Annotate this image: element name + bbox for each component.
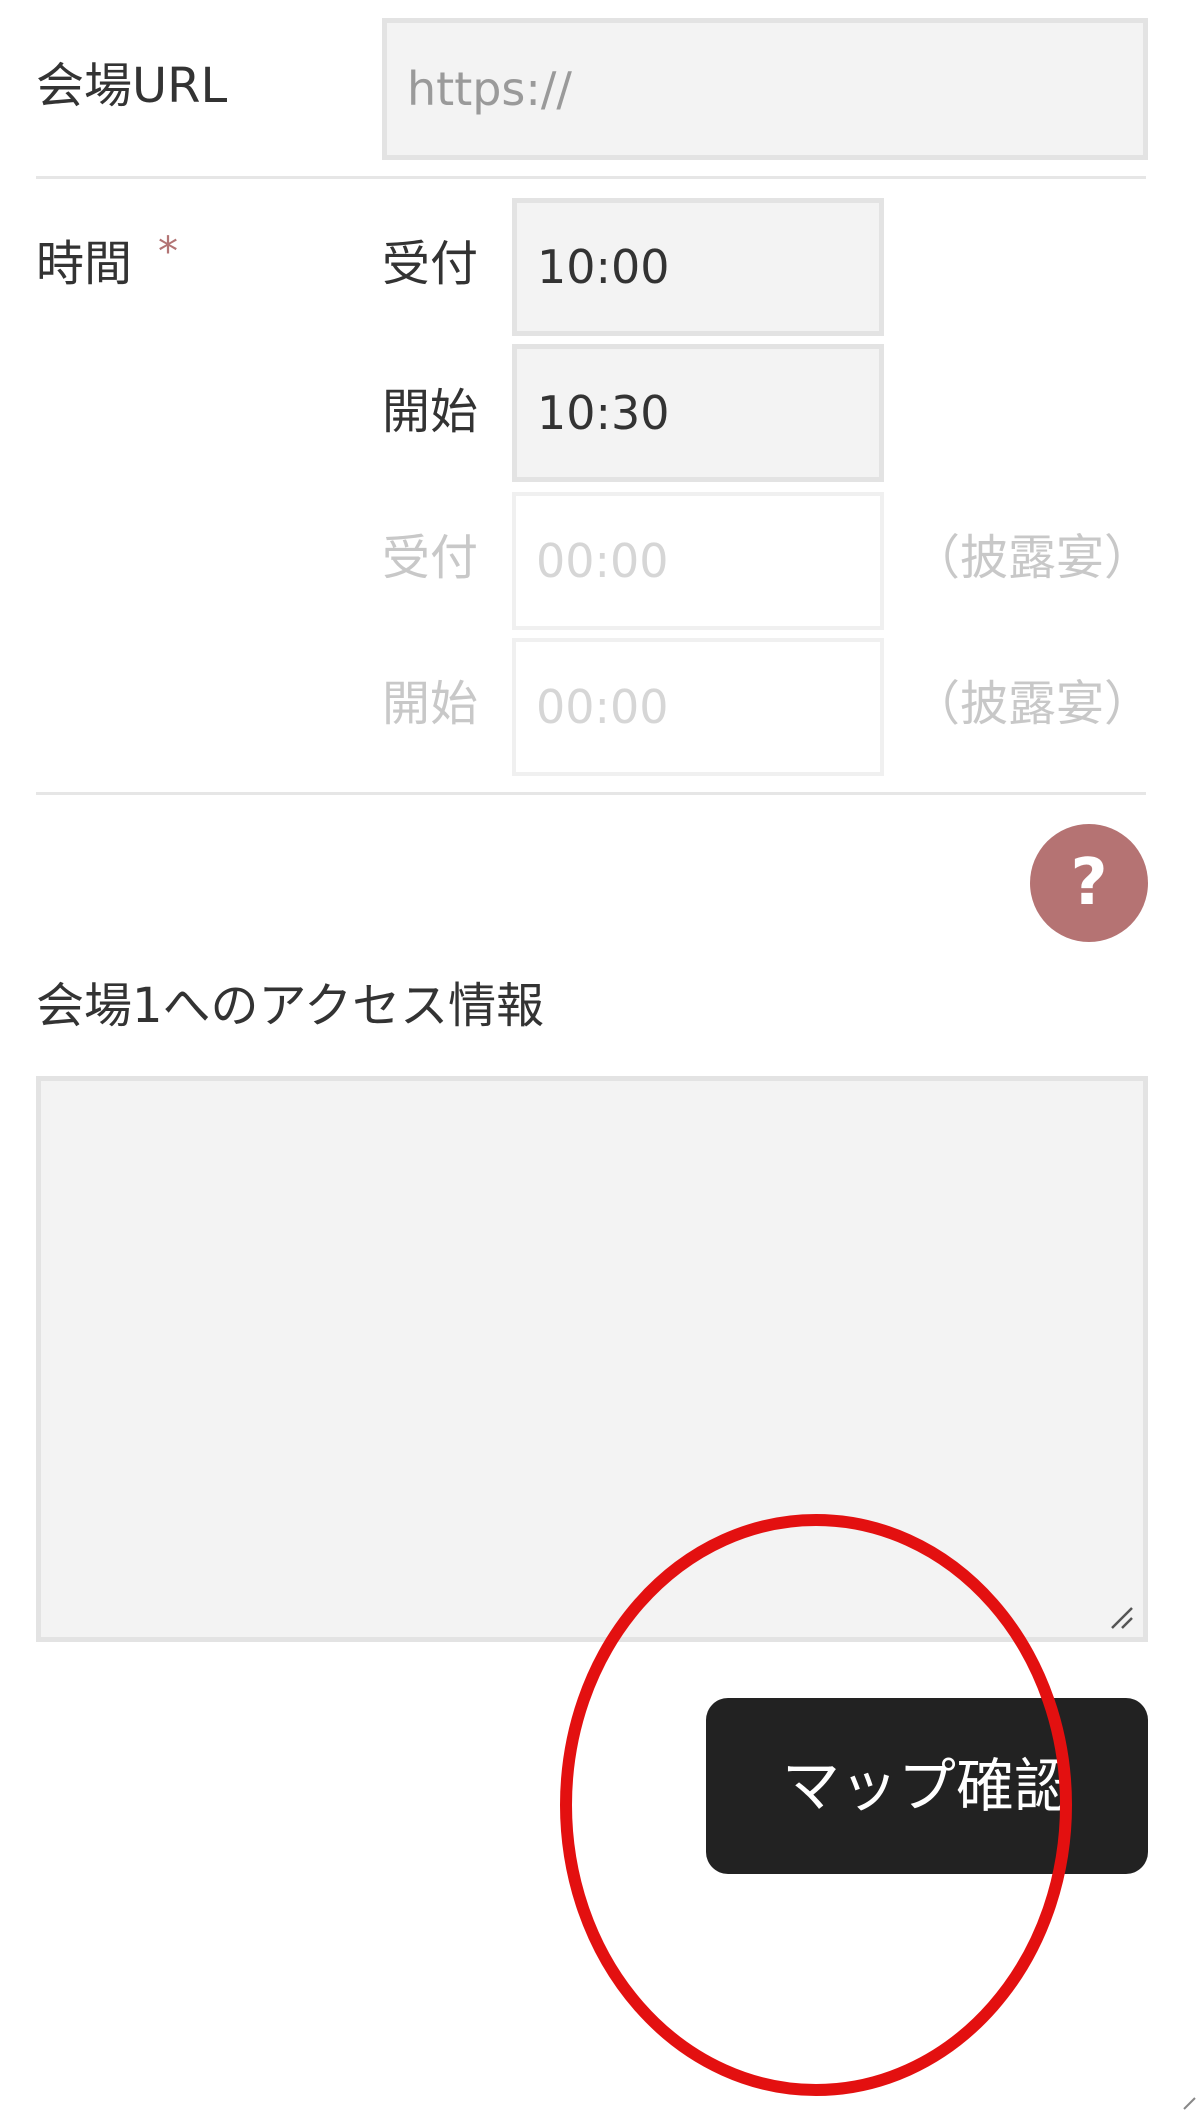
- corner-grip-icon: [1183, 2097, 1196, 2110]
- party-start-note: （披露宴）: [912, 676, 1153, 732]
- party-reception-label: 受付: [382, 530, 479, 586]
- start-time-input[interactable]: [512, 344, 884, 482]
- party-start-label: 開始: [382, 676, 479, 732]
- map-confirm-button[interactable]: マップ確認: [706, 1698, 1148, 1874]
- divider: [36, 792, 1146, 795]
- resize-grip-icon[interactable]: [1108, 1604, 1134, 1630]
- divider: [36, 176, 1146, 179]
- access-info-textarea[interactable]: [36, 1076, 1148, 1642]
- reception-time-input[interactable]: [512, 198, 884, 336]
- party-start-time-input[interactable]: [512, 638, 884, 776]
- start-label: 開始: [382, 384, 479, 440]
- time-label: 時間: [36, 236, 133, 292]
- help-question-icon[interactable]: ?: [1030, 824, 1148, 942]
- access-info-label: 会場1へのアクセス情報: [36, 978, 545, 1034]
- venue-url-label: 会場URL: [36, 58, 228, 114]
- venue-url-input[interactable]: [382, 18, 1148, 160]
- required-mark: *: [158, 229, 178, 275]
- party-reception-time-input[interactable]: [512, 492, 884, 630]
- party-reception-note: （披露宴）: [912, 530, 1153, 586]
- reception-label: 受付: [382, 236, 479, 292]
